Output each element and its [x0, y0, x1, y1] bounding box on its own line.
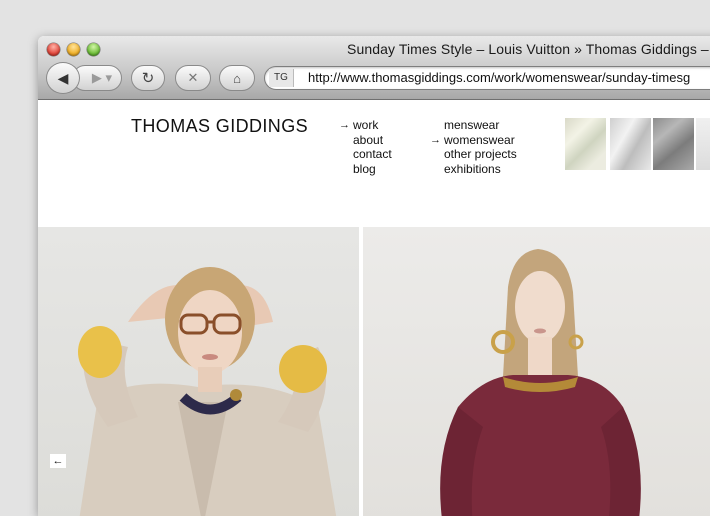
primary-nav: → work about contact blog [339, 118, 392, 177]
previous-image-button[interactable]: ← [50, 454, 66, 468]
back-icon: ◀ [57, 69, 69, 86]
nav-item-label: blog [353, 161, 376, 176]
model-left-illustration [78, 267, 337, 516]
back-button[interactable]: ◀ [46, 62, 80, 94]
nav-item-menswear[interactable]: menswear [444, 118, 517, 133]
browser-toolbar: Sunday Times Style – Louis Vuitton » Tho… [38, 36, 710, 100]
thumbnail-2[interactable] [610, 118, 651, 170]
home-icon: ⌂ [233, 70, 241, 86]
nav-item-label: work [353, 118, 379, 132]
address-bar[interactable]: TG http://www.thomasgiddings.com/work/wo… [264, 66, 710, 90]
nav-item-label: menswear [444, 118, 500, 132]
page-content: THOMAS GIDDINGS → work about contact blo… [38, 100, 710, 516]
nav-item-exhibitions[interactable]: exhibitions [444, 162, 517, 177]
nav-item-label: exhibitions [444, 161, 501, 176]
arrow-left-icon: ← [52, 455, 64, 467]
stop-button[interactable]: ✕ [175, 65, 211, 91]
minimize-window-button[interactable] [67, 43, 80, 56]
thumbnail-1[interactable] [565, 118, 606, 170]
thumbnail-4[interactable] [696, 118, 710, 170]
nav-item-label: contact [353, 147, 392, 161]
nav-item-label: womenswear [444, 132, 515, 147]
nav-item-other-projects[interactable]: other projects [444, 147, 517, 162]
favicon: TG [269, 69, 294, 87]
window-title: Sunday Times Style – Louis Vuitton » Tho… [347, 41, 709, 57]
nav-item-contact[interactable]: contact [353, 147, 392, 162]
reload-icon: ↻ [141, 70, 155, 87]
active-arrow-icon: → [339, 119, 350, 131]
active-arrow-icon: → [430, 133, 441, 146]
photo-left [38, 227, 359, 516]
model-right-illustration [440, 249, 641, 516]
site-title[interactable]: THOMAS GIDDINGS [131, 116, 308, 137]
url-text[interactable]: http://www.thomasgiddings.com/work/women… [308, 70, 690, 85]
home-button[interactable]: ⌂ [219, 65, 255, 91]
zoom-window-button[interactable] [87, 43, 100, 56]
nav-item-label: about [353, 132, 384, 147]
thumbnail-3[interactable] [653, 118, 694, 170]
photo-right [363, 227, 710, 516]
reload-button[interactable]: ↻ [131, 65, 165, 91]
stop-icon: ✕ [187, 70, 199, 85]
nav-item-about[interactable]: about [353, 133, 392, 148]
browser-window: Sunday Times Style – Louis Vuitton » Tho… [38, 36, 710, 516]
forward-icon: ▶ ▾ [91, 70, 113, 85]
nav-item-womenswear[interactable]: → womenswear [430, 132, 517, 148]
close-window-button[interactable] [47, 43, 60, 56]
nav-item-work[interactable]: → work [339, 118, 392, 133]
secondary-nav: menswear → womenswear other projects exh… [430, 118, 517, 177]
nav-item-blog[interactable]: blog [353, 162, 392, 177]
nav-item-label: other projects [444, 147, 517, 161]
